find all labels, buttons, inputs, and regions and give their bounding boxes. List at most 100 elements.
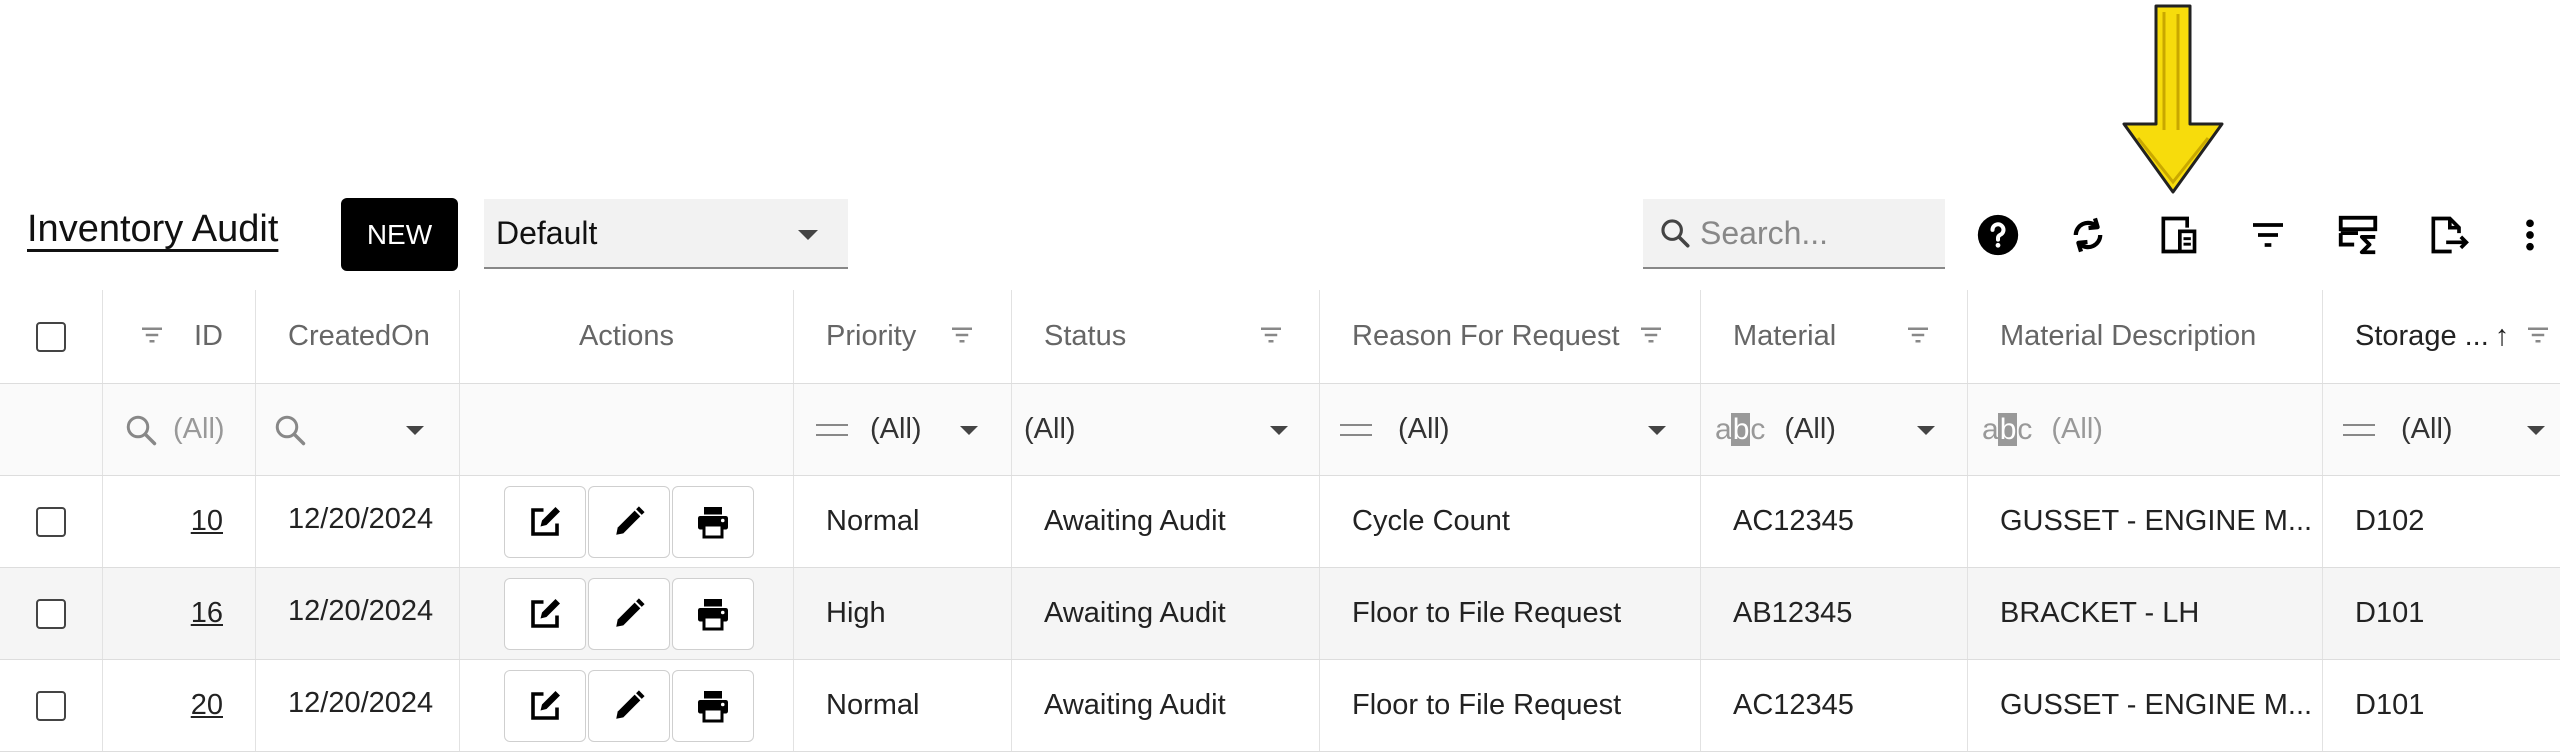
filter-material-description[interactable]: abc (All) — [1968, 384, 2323, 475]
cell-id: 10 — [103, 476, 256, 567]
search-input[interactable] — [1698, 213, 1932, 253]
record-id-link[interactable]: 10 — [191, 505, 223, 538]
header-status[interactable]: Status — [1012, 290, 1320, 383]
header-storage[interactable]: Storage ... ↑ — [2323, 290, 2560, 383]
print-button[interactable] — [672, 485, 754, 558]
filter-material[interactable]: abc (All) — [1701, 384, 1968, 475]
new-button[interactable]: NEW — [341, 198, 458, 271]
filter-icon[interactable] — [2243, 210, 2293, 260]
column-filter-icon[interactable] — [1903, 318, 1933, 352]
cell-priority: Normal — [794, 660, 1012, 751]
select-all-checkbox[interactable] — [36, 321, 66, 352]
cell-material-description: GUSSET - ENGINE M... — [1968, 476, 2323, 567]
help-icon[interactable] — [1973, 210, 2023, 260]
cell-actions — [460, 660, 794, 751]
header-id[interactable]: ID — [103, 290, 256, 383]
cell-material: AC12345 — [1701, 660, 1968, 751]
cell-material-description: BRACKET - LH — [1968, 568, 2323, 659]
header-priority-label: Priority — [826, 320, 917, 352]
column-chooser-icon[interactable] — [2153, 210, 2203, 260]
header-material[interactable]: Material — [1701, 290, 1968, 383]
table-row[interactable]: 10 12/20/2024 Normal Awaiting Audit Cycl… — [0, 476, 2560, 568]
pencil-icon — [616, 689, 645, 719]
filter-status[interactable]: (All) — [1012, 384, 1320, 475]
chevron-down-icon[interactable] — [406, 426, 424, 435]
chevron-down-icon[interactable] — [1917, 426, 1935, 435]
table-row[interactable]: 16 12/20/2024 High Awaiting Audit Floor … — [0, 568, 2560, 660]
header-reason[interactable]: Reason For Request — [1320, 290, 1701, 383]
text-filter-icon: abc — [1715, 412, 1765, 446]
header-priority[interactable]: Priority — [794, 290, 1012, 383]
more-options-icon[interactable] — [2510, 210, 2550, 260]
record-id-link[interactable]: 16 — [191, 597, 223, 630]
cell-status: Awaiting Audit — [1012, 568, 1320, 659]
refresh-icon[interactable] — [2063, 210, 2113, 260]
cell-material: AB12345 — [1701, 568, 1968, 659]
chevron-down-icon[interactable] — [1648, 426, 1666, 435]
chevron-down-icon[interactable] — [960, 426, 978, 435]
equals-icon — [2343, 423, 2375, 436]
header-reason-label: Reason For Request — [1352, 320, 1620, 352]
filter-priority[interactable]: (All) — [794, 384, 1012, 475]
column-filter-icon[interactable] — [2523, 318, 2553, 352]
filter-reason-value: (All) — [1398, 413, 1450, 445]
cell-storage: D102 — [2355, 505, 2425, 537]
header-material-description[interactable]: Material Description — [1968, 290, 2323, 383]
header-created-on[interactable]: CreatedOn — [256, 290, 460, 383]
header-status-label: Status — [1044, 320, 1127, 352]
record-id-link[interactable]: 20 — [191, 689, 223, 722]
cell-reason: Cycle Count — [1320, 476, 1701, 567]
cell-priority: High — [794, 568, 1012, 659]
layout-select[interactable]: Default — [484, 199, 848, 269]
audit-button[interactable] — [504, 669, 586, 742]
column-filter-icon[interactable] — [1256, 318, 1286, 352]
filter-created-on[interactable] — [256, 384, 460, 475]
header-actions: Actions — [460, 290, 794, 383]
audit-button[interactable] — [504, 577, 586, 650]
header-select-all — [0, 290, 103, 383]
export-icon[interactable] — [2423, 210, 2473, 260]
filter-row: (All) (All) (All) (All) abc (All) abc (A… — [0, 384, 2560, 476]
cell-status: Awaiting Audit — [1012, 660, 1320, 751]
row-checkbox[interactable] — [36, 598, 66, 629]
header-id-label: ID — [194, 320, 223, 352]
table-row[interactable]: 20 12/20/2024 Normal Awaiting Audit Floo… — [0, 660, 2560, 752]
column-filter-icon[interactable] — [137, 318, 167, 352]
equals-icon — [816, 423, 848, 436]
search-box[interactable] — [1643, 199, 1945, 269]
column-filter-icon[interactable] — [947, 318, 977, 352]
chevron-down-icon — [798, 230, 818, 240]
filter-cell-empty — [460, 384, 794, 475]
filter-storage[interactable]: (All) — [2323, 384, 2560, 475]
print-button[interactable] — [672, 577, 754, 650]
filter-storage-value: (All) — [2401, 413, 2453, 445]
column-filter-icon[interactable] — [1636, 318, 1666, 352]
edit-note-icon — [531, 690, 560, 720]
row-select-cell — [0, 568, 103, 659]
filter-reason[interactable]: (All) — [1320, 384, 1701, 475]
cell-storage: D101 — [2355, 689, 2425, 721]
cell-id: 16 — [103, 568, 256, 659]
audit-button[interactable] — [504, 485, 586, 558]
row-checkbox[interactable] — [36, 506, 66, 537]
edit-button[interactable] — [588, 485, 670, 558]
edit-button[interactable] — [588, 669, 670, 742]
cell-id: 20 — [103, 660, 256, 751]
header-row: ID CreatedOn Actions Priority Status Rea… — [0, 290, 2560, 384]
header-material-description-label: Material Description — [2000, 320, 2257, 352]
chevron-down-icon[interactable] — [1270, 426, 1288, 435]
edit-button[interactable] — [588, 577, 670, 650]
sort-ascending-icon: ↑ — [2494, 320, 2510, 352]
summary-icon[interactable] — [2333, 210, 2383, 260]
row-checkbox[interactable] — [36, 690, 66, 721]
print-button[interactable] — [672, 669, 754, 742]
annotation-arrow-icon — [2122, 4, 2224, 194]
cell-status: Awaiting Audit — [1012, 476, 1320, 567]
cell-material: AC12345 — [1701, 476, 1968, 567]
filter-id[interactable]: (All) — [103, 384, 256, 475]
pencil-icon — [616, 597, 645, 627]
chevron-down-icon[interactable] — [2527, 426, 2545, 435]
search-icon — [126, 415, 157, 445]
row-select-cell — [0, 660, 103, 751]
filter-material-description-value: (All) — [2051, 413, 2103, 445]
